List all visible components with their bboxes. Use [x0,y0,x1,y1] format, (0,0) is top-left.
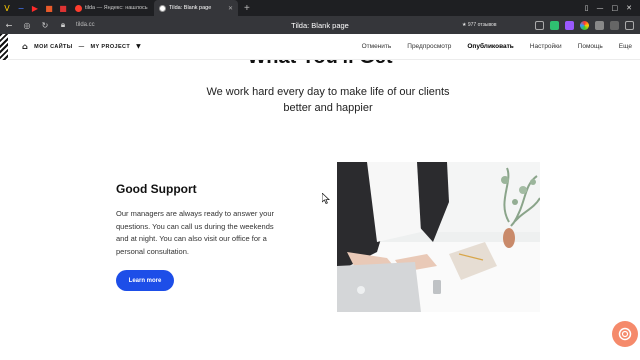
tab-label: Tilda: Blank page [169,5,212,11]
breadcrumb-project[interactable]: MY PROJECT [91,44,131,50]
feature-description: Our managers are always ready to answer … [116,209,274,256]
tab-label: tilda — Яндекс: нашлось [85,5,148,11]
back-icon[interactable]: ← [0,16,18,34]
yandex-favicon-icon [75,4,82,12]
shield-icon[interactable]: ◎ [18,16,36,34]
page-canvas: What You'll Get We work hard every day t… [0,60,640,360]
tilda-menu: Отменить Предпросмотр Опубликовать Настр… [354,34,640,60]
menu-settings[interactable]: Настройки [522,43,570,50]
new-tab-button[interactable]: + [238,3,256,14]
extensions-area [535,20,634,30]
close-tab-icon[interactable]: ✕ [224,5,233,12]
extension-purple-icon[interactable] [565,20,574,30]
menu-preview[interactable]: Предпросмотр [399,43,459,50]
menu-publish[interactable]: Опубликовать [459,43,521,50]
office-photo-illustration [337,162,540,312]
mouse-cursor-icon [322,193,330,204]
chevron-down-icon[interactable]: ▼ [136,43,141,50]
menu-help[interactable]: Помощь [570,43,611,50]
extension-color-icon[interactable] [580,20,589,30]
youtube-tab-icon[interactable]: ▶ [28,0,42,16]
address-bar: ← ◎ ↻ 🔒︎ tilda.cc Tilda: Blank page ★ 97… [0,16,640,34]
reload-icon[interactable]: ↻ [36,16,54,34]
pinned-tab-icon-3[interactable]: ■ [56,0,70,16]
menu-undo[interactable]: Отменить [354,43,400,50]
breadcrumb-my-sites[interactable]: МОИ САЙТЫ [34,44,72,50]
maximize-icon[interactable]: □ [612,4,619,12]
close-window-icon[interactable]: ✕ [626,4,632,12]
lock-icon: 🔒︎ [60,20,66,29]
feature-title: Good Support [116,182,197,196]
download-icon[interactable] [625,20,634,30]
home-icon[interactable]: ⌂ [22,42,28,51]
window-controls: ▯ — □ ✕ [585,4,640,12]
breadcrumb: ⌂ МОИ САЙТЫ — MY PROJECT ▼ [22,42,141,51]
tab-yandex[interactable]: tilda — Яндекс: нашлось ✕ [70,0,154,16]
learn-more-button[interactable]: Learn more [116,270,174,291]
browser-tab-strip: V − ▶ ■ ■ tilda — Яндекс: нашлось ✕ Tild… [0,0,640,16]
pinned-tab-icon-2[interactable]: ■ [42,0,56,16]
tilda-top-panel: ⌂ МОИ САЙТЫ — MY PROJECT ▼ Отменить Пред… [0,33,640,60]
tilda-logo-stripe [0,33,8,60]
url-field[interactable]: tilda.cc [76,22,95,28]
browser-menu-icon[interactable]: V [0,0,14,16]
help-chat-button[interactable] [612,321,638,347]
extension-green-icon[interactable] [550,20,559,30]
pinned-tab-icon[interactable]: − [14,0,28,16]
extension-puzzle-icon[interactable] [610,20,619,30]
bookmark-icon[interactable] [535,20,544,30]
section-lead-text: We work hard every day to make life of o… [206,86,450,114]
minimize-icon[interactable]: — [597,4,604,12]
lifebuoy-icon [618,327,632,341]
menu-more[interactable]: Еще [611,43,640,50]
bookmarks-icon[interactable]: ▯ [585,4,589,12]
extension-grid-icon[interactable] [595,20,604,30]
section-heading: What You'll Get [0,60,640,69]
tilda-favicon-icon [159,4,166,12]
reviews-badge[interactable]: ★ 977 отзывов [462,22,497,28]
breadcrumb-separator: — [78,43,85,50]
feature-photo [337,162,540,312]
tab-tilda[interactable]: Tilda: Blank page ✕ [154,0,238,16]
